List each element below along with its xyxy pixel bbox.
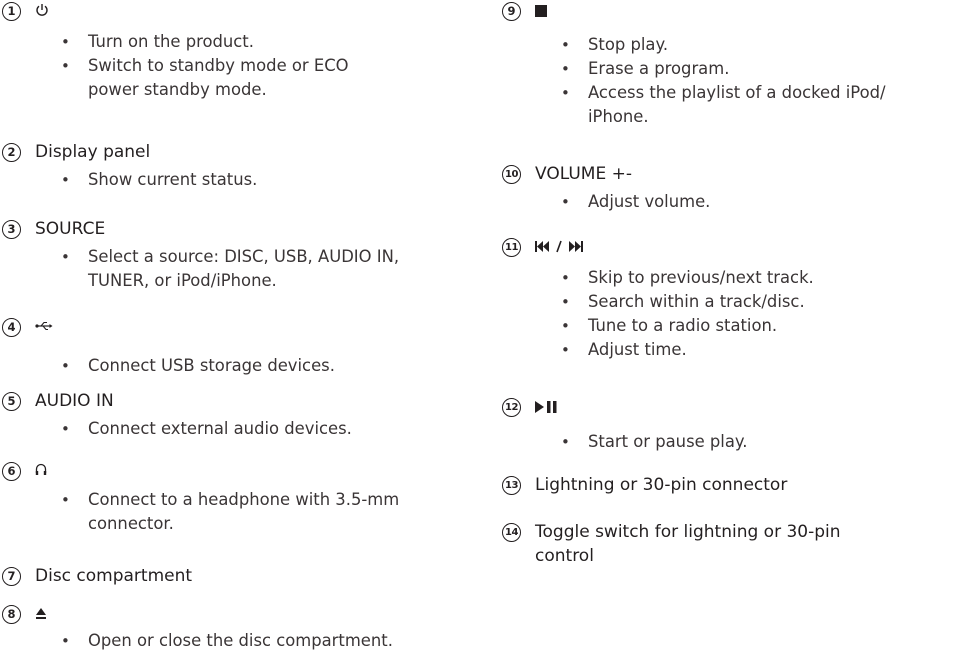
item-2: 2 Display panel Show current status. (0, 142, 480, 197)
bullet: Skip to previous/next track. (500, 266, 962, 290)
item-3: 3 SOURCE Select a source: DISC, USB, AUD… (0, 219, 480, 298)
bullet-continuation: connector. (88, 514, 174, 533)
bullet: Access the playlist of a docked iPod/ (500, 81, 962, 105)
item-10: 10 VOLUME +- Adjust volume. (500, 164, 962, 219)
bullet-continuation: TUNER, or iPod/iPhone. (88, 271, 277, 290)
item-13: 13 Lightning or 30-pin connector (500, 475, 962, 506)
callout-number: 2 (2, 143, 21, 162)
callout-number: 8 (2, 605, 21, 624)
callout-number: 6 (2, 462, 21, 481)
item-title-continuation: control (535, 546, 594, 566)
callout-number: 11 (502, 238, 521, 257)
bullet: Start or pause play. (500, 430, 962, 454)
item-1: 1 Turn on the product. Switch to standby… (0, 2, 480, 104)
bullet: Stop play. (500, 33, 962, 57)
headphone-icon (35, 463, 47, 476)
callout-number: 9 (502, 2, 521, 21)
item-title: SOURCE (35, 219, 106, 239)
item-title: Disc compartment (35, 566, 193, 586)
stop-icon (535, 5, 547, 17)
bullet-continuation: power standby mode. (88, 80, 267, 99)
bullet: Tune to a radio station. (500, 314, 962, 338)
callout-number: 4 (2, 318, 21, 337)
item-5: 5 AUDIO IN Connect external audio device… (0, 391, 480, 446)
bullet: Connect to a headphone with 3.5-mm (0, 488, 480, 512)
callout-number: 3 (2, 220, 21, 239)
item-title: VOLUME +- (535, 164, 632, 184)
item-title: AUDIO IN (35, 391, 114, 411)
item-title: Display panel (35, 142, 151, 162)
item-9: 9 Stop play. Erase a program. Access the… (500, 2, 962, 128)
bullet: Open or close the disc compartment. (0, 629, 480, 653)
callout-number: 13 (502, 476, 521, 495)
item-8: 8 Open or close the disc compartment. (0, 605, 480, 659)
bullet-continuation: iPhone. (588, 107, 649, 126)
bullet: Search within a track/disc. (500, 290, 962, 314)
callout-number: 10 (502, 165, 521, 184)
callout-number: 1 (2, 2, 21, 21)
bullet: Turn on the product. (0, 30, 480, 54)
power-icon (35, 3, 49, 17)
item-title: Lightning or 30-pin connector (535, 475, 788, 495)
bullet: Connect USB storage devices. (0, 354, 480, 378)
bullet: Select a source: DISC, USB, AUDIO IN, (0, 245, 480, 269)
bullet: Erase a program. (500, 57, 962, 81)
bullet: Adjust volume. (500, 190, 962, 214)
usb-icon (35, 321, 53, 331)
skip-prev-next-icon (535, 240, 595, 253)
item-12: 12 Start or pause play. (500, 398, 962, 454)
item-6: 6 Connect to a headphone with 3.5-mm con… (0, 462, 480, 540)
bullet: Connect external audio devices. (0, 417, 480, 441)
item-14: 14 Toggle switch for lightning or 30-pin… (500, 522, 962, 566)
item-7: 7 Disc compartment (0, 566, 480, 597)
eject-icon (35, 607, 47, 620)
item-11: 11 Skip to previous/next track. Search w… (500, 238, 962, 364)
callout-number: 14 (502, 523, 521, 542)
item-4: 4 Connect USB storage devices. (0, 318, 480, 378)
play-pause-icon (535, 401, 559, 413)
callout-number: 5 (2, 392, 21, 411)
bullet: Switch to standby mode or ECO (0, 54, 480, 78)
callout-number: 7 (2, 567, 21, 586)
bullet: Show current status. (0, 168, 480, 192)
callout-number: 12 (502, 398, 521, 417)
item-title: Toggle switch for lightning or 30-pin (535, 522, 841, 542)
bullet: Adjust time. (500, 338, 962, 362)
